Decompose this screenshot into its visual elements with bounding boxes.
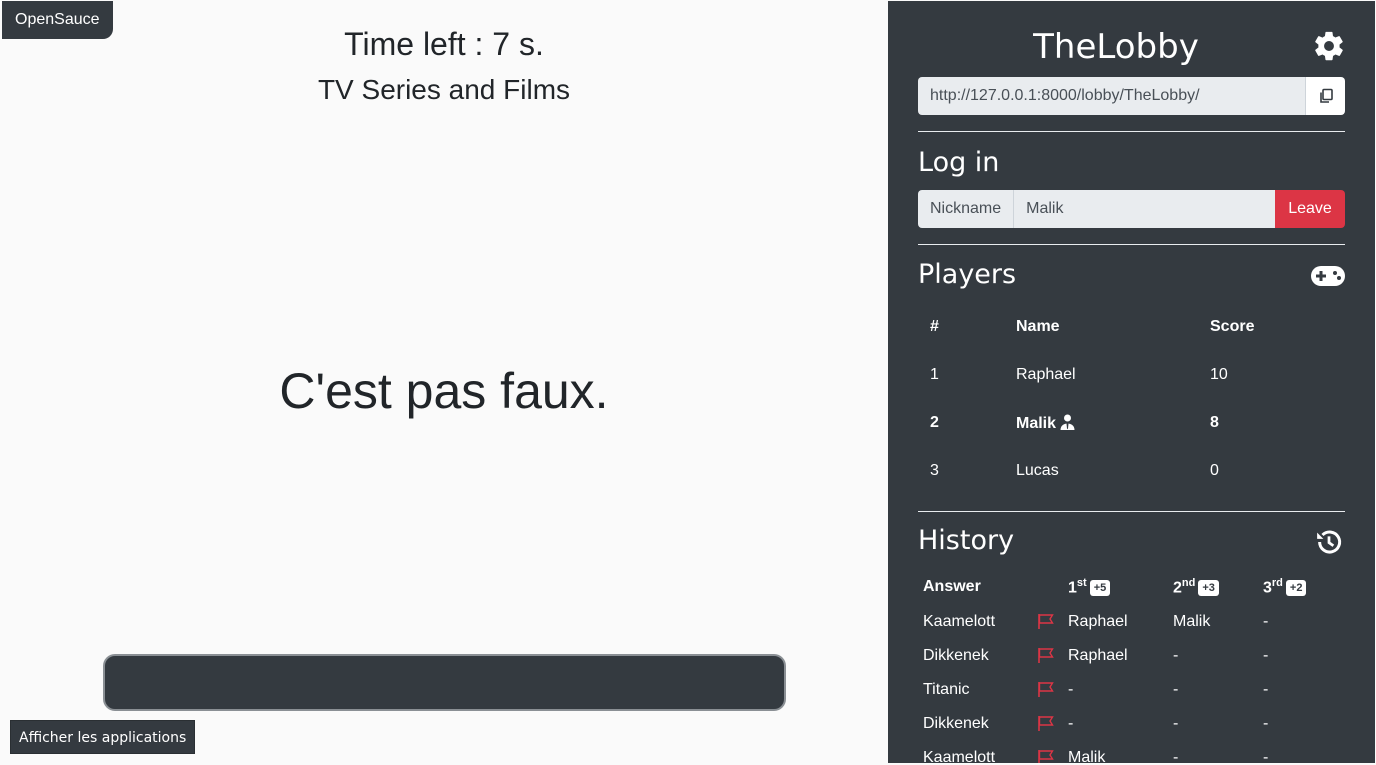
game-area: Time left : 7 s. TV Series and Films C'e… <box>0 0 888 765</box>
history-second: - <box>1173 647 1179 664</box>
lobby-title: TheLobby <box>1033 27 1199 67</box>
sidebar: TheLobby Log in Nickname Leave Players # <box>888 1 1375 763</box>
player-score: 0 <box>1210 462 1219 479</box>
divider <box>918 131 1345 132</box>
category-title: TV Series and Films <box>317 74 571 105</box>
table-row: 1 Raphael 10 <box>918 351 1345 399</box>
login-title: Log in <box>918 147 1000 178</box>
gamepad-icon[interactable] <box>1310 264 1346 288</box>
history-first: Malik <box>1068 749 1106 763</box>
history-third: - <box>1263 715 1269 732</box>
divider <box>918 244 1345 245</box>
history-first: - <box>1068 715 1074 732</box>
history-title: History <box>918 525 1015 556</box>
flag-icon[interactable] <box>1037 681 1055 697</box>
time-left: Time left : 7 s. <box>344 26 544 62</box>
header-name: Name <box>1016 318 1060 335</box>
player-name-cell: Malik <box>1004 399 1198 447</box>
player-rank: 1 <box>930 366 939 383</box>
players-title: Players <box>918 259 1017 290</box>
history-first: Raphael <box>1068 647 1128 664</box>
copy-icon <box>1319 88 1333 103</box>
nickname-label: Nickname <box>918 190 1015 228</box>
player-name: Raphael <box>1016 366 1076 383</box>
brand-logo[interactable]: OpenSauce <box>2 1 113 39</box>
points-badge: +3 <box>1198 580 1219 597</box>
history-icon[interactable] <box>1314 527 1344 557</box>
points-badge: +5 <box>1089 580 1111 597</box>
gear-icon[interactable] <box>1312 29 1346 63</box>
history-second: - <box>1173 681 1179 698</box>
history-answer: Titanic <box>923 681 970 698</box>
history-third: - <box>1263 613 1269 630</box>
table-row: Dikkenek Raphael - - <box>918 639 1348 673</box>
player-score: 8 <box>1210 414 1219 431</box>
header-num: # <box>930 318 939 335</box>
player-score: 10 <box>1210 366 1228 383</box>
history-table: Answer 1st +5 2nd +3 3rd +2 Kaamelott Rapha… <box>918 569 1348 763</box>
player-rank: 3 <box>930 462 939 479</box>
table-row: Titanic - - - <box>918 673 1348 707</box>
players-header-row: # Name Score <box>918 303 1345 351</box>
player-name: Lucas <box>1016 462 1059 479</box>
flag-icon[interactable] <box>1037 749 1055 763</box>
history-answer-cell: Kaamelott <box>918 741 1063 763</box>
players-table: # Name Score 1 Raphael 10 2 Malik 8 3 Lu… <box>918 303 1345 495</box>
table-row: Kaamelott Malik - - <box>918 741 1348 763</box>
flag-icon[interactable] <box>1037 613 1055 629</box>
history-second: - <box>1173 715 1179 732</box>
flag-icon[interactable] <box>1037 647 1055 663</box>
history-answer: Dikkenek <box>923 715 989 732</box>
history-first: - <box>1068 681 1074 698</box>
history-answer: Kaamelott <box>923 749 996 763</box>
table-row-current-player: 2 Malik 8 <box>918 399 1345 447</box>
user-tie-icon <box>1060 414 1075 430</box>
show-apps-button[interactable]: Afficher les applications <box>10 720 196 754</box>
history-answer: Dikkenek <box>923 647 989 664</box>
history-answer-cell: Titanic <box>918 673 1063 707</box>
flag-icon[interactable] <box>1037 715 1055 731</box>
history-second: Malik <box>1173 613 1211 630</box>
history-answer-cell: Kaamelott <box>918 605 1063 639</box>
lobby-url-group <box>918 77 1345 115</box>
history-third: - <box>1263 749 1269 763</box>
history-third: - <box>1263 681 1269 698</box>
history-third: - <box>1263 647 1269 664</box>
history-answer-cell: Dikkenek <box>918 707 1063 741</box>
player-name: Malik <box>1016 414 1057 432</box>
header-second: 2nd +3 <box>1168 569 1258 605</box>
login-group: Nickname Leave <box>918 190 1345 228</box>
history-first: Raphael <box>1068 613 1128 630</box>
header-score: Score <box>1210 318 1255 335</box>
header-answer: Answer <box>923 578 981 595</box>
table-row: 3 Lucas 0 <box>918 447 1345 495</box>
table-row: Kaamelott Raphael Malik - <box>918 605 1348 639</box>
history-second: - <box>1173 749 1179 763</box>
lobby-url-input[interactable] <box>918 77 1305 115</box>
leave-button[interactable]: Leave <box>1275 190 1345 228</box>
divider <box>918 511 1345 512</box>
history-header-row: Answer 1st +5 2nd +3 3rd +2 <box>918 569 1348 605</box>
header-third: 3rd +2 <box>1258 569 1348 605</box>
answer-input[interactable] <box>103 654 786 711</box>
history-answer-cell: Dikkenek <box>918 639 1063 673</box>
nickname-input[interactable] <box>1014 190 1275 228</box>
header-first: 1st +5 <box>1063 569 1168 605</box>
history-answer: Kaamelott <box>923 613 996 630</box>
copy-url-button[interactable] <box>1305 77 1345 115</box>
quote-text: C'est pas faux. <box>279 363 609 419</box>
player-rank: 2 <box>930 414 939 431</box>
table-row: Dikkenek - - - <box>918 707 1348 741</box>
points-badge: +2 <box>1285 580 1307 597</box>
